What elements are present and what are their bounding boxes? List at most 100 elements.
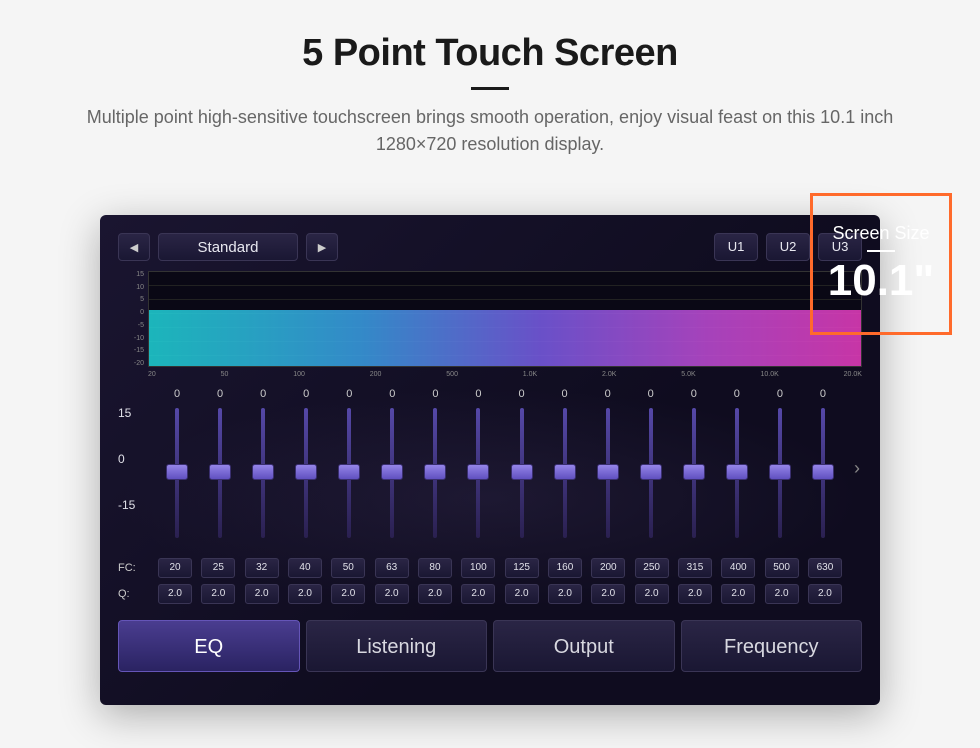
slider-thumb[interactable] [381, 464, 403, 480]
eq-band-slider[interactable] [459, 408, 497, 538]
slider-track [390, 408, 394, 538]
q-value[interactable]: 2.0 [201, 584, 235, 604]
slider-thumb[interactable] [252, 464, 274, 480]
spectrum-x-tick: 1.0K [523, 371, 537, 378]
fc-value[interactable]: 63 [375, 558, 409, 578]
q-value[interactable]: 2.0 [158, 584, 192, 604]
spectrum-y-tick: -20 [122, 360, 144, 367]
fc-value[interactable]: 100 [461, 558, 495, 578]
tab-output[interactable]: Output [493, 620, 675, 672]
gain-value: 0 [158, 388, 196, 400]
spectrum-y-tick: -5 [122, 322, 144, 329]
gain-value: 0 [675, 388, 713, 400]
fc-value[interactable]: 315 [678, 558, 712, 578]
gain-value: 0 [330, 388, 368, 400]
slider-thumb[interactable] [554, 464, 576, 480]
spectrum-x-tick: 200 [370, 371, 382, 378]
q-value[interactable]: 2.0 [765, 584, 799, 604]
user-preset-1-button[interactable]: U1 [714, 233, 758, 261]
user-preset-2-button[interactable]: U2 [766, 233, 810, 261]
eq-band-slider[interactable] [158, 408, 196, 538]
eq-band-slider[interactable] [632, 408, 670, 538]
gain-value: 0 [459, 388, 497, 400]
q-value[interactable]: 2.0 [288, 584, 322, 604]
fc-value[interactable]: 80 [418, 558, 452, 578]
gain-value: 0 [416, 388, 454, 400]
eq-band-slider[interactable] [546, 408, 584, 538]
q-value[interactable]: 2.0 [678, 584, 712, 604]
fc-value[interactable]: 25 [201, 558, 235, 578]
fc-value[interactable]: 400 [721, 558, 755, 578]
slider-thumb[interactable] [812, 464, 834, 480]
q-value[interactable]: 2.0 [418, 584, 452, 604]
slider-thumb[interactable] [467, 464, 489, 480]
q-value[interactable]: 2.0 [808, 584, 842, 604]
fc-value[interactable]: 125 [505, 558, 539, 578]
slider-thumb[interactable] [726, 464, 748, 480]
eq-band-slider[interactable] [718, 408, 756, 538]
eq-band-slider[interactable] [503, 408, 541, 538]
q-value[interactable]: 2.0 [721, 584, 755, 604]
slider-thumb[interactable] [597, 464, 619, 480]
eq-band-slider[interactable] [330, 408, 368, 538]
fc-value[interactable]: 500 [765, 558, 799, 578]
q-value[interactable]: 2.0 [548, 584, 582, 604]
slider-thumb[interactable] [683, 464, 705, 480]
fc-value[interactable]: 160 [548, 558, 582, 578]
slider-thumb[interactable] [640, 464, 662, 480]
device-screen: ◀ Standard ▶ U1 U2 U3 151050-5-10-15-20 … [100, 215, 880, 705]
q-value[interactable]: 2.0 [245, 584, 279, 604]
q-value[interactable]: 2.0 [331, 584, 365, 604]
preset-prev-button[interactable]: ◀ [118, 233, 150, 261]
screen-size-badge: Screen Size 10.1" [810, 193, 952, 335]
fc-value[interactable]: 32 [245, 558, 279, 578]
gain-value: 0 [632, 388, 670, 400]
fc-value[interactable]: 200 [591, 558, 625, 578]
q-value[interactable]: 2.0 [635, 584, 669, 604]
slider-track [821, 408, 825, 538]
fc-label: FC: [118, 562, 136, 574]
preset-name[interactable]: Standard [158, 233, 298, 261]
gain-value-row: 0000000000000000 [158, 388, 842, 400]
q-value[interactable]: 2.0 [591, 584, 625, 604]
eq-band-slider[interactable] [589, 408, 627, 538]
q-value[interactable]: 2.0 [375, 584, 409, 604]
fc-value[interactable]: 20 [158, 558, 192, 578]
eq-band-slider[interactable] [373, 408, 411, 538]
fc-value[interactable]: 50 [331, 558, 365, 578]
slider-track [649, 408, 653, 538]
slider-thumb[interactable] [424, 464, 446, 480]
slider-thumb[interactable] [166, 464, 188, 480]
spectrum-y-tick: 5 [122, 296, 144, 303]
q-value[interactable]: 2.0 [505, 584, 539, 604]
badge-label: Screen Size [832, 223, 929, 244]
badge-divider [867, 250, 895, 252]
eq-band-slider[interactable] [804, 408, 842, 538]
gain-value: 0 [804, 388, 842, 400]
fc-value[interactable]: 630 [808, 558, 842, 578]
slider-thumb[interactable] [295, 464, 317, 480]
slider-thumb[interactable] [511, 464, 533, 480]
tab-listening[interactable]: Listening [306, 620, 488, 672]
preset-next-button[interactable]: ▶ [306, 233, 338, 261]
slider-page-next-button[interactable]: › [854, 458, 860, 479]
eq-band-slider[interactable] [416, 408, 454, 538]
fc-value[interactable]: 250 [635, 558, 669, 578]
fc-value[interactable]: 40 [288, 558, 322, 578]
slider-thumb[interactable] [769, 464, 791, 480]
eq-band-slider[interactable] [201, 408, 239, 538]
slider-thumb[interactable] [209, 464, 231, 480]
eq-band-slider[interactable] [287, 408, 325, 538]
triangle-left-icon: ◀ [130, 241, 138, 254]
gain-value: 0 [373, 388, 411, 400]
q-value[interactable]: 2.0 [461, 584, 495, 604]
spectrum-x-tick: 10.0K [761, 371, 779, 378]
slider-track [778, 408, 782, 538]
eq-band-slider[interactable] [761, 408, 799, 538]
gain-value: 0 [761, 388, 799, 400]
eq-band-slider[interactable] [675, 408, 713, 538]
tab-eq[interactable]: EQ [118, 620, 300, 672]
eq-band-slider[interactable] [244, 408, 282, 538]
slider-thumb[interactable] [338, 464, 360, 480]
tab-frequency[interactable]: Frequency [681, 620, 863, 672]
